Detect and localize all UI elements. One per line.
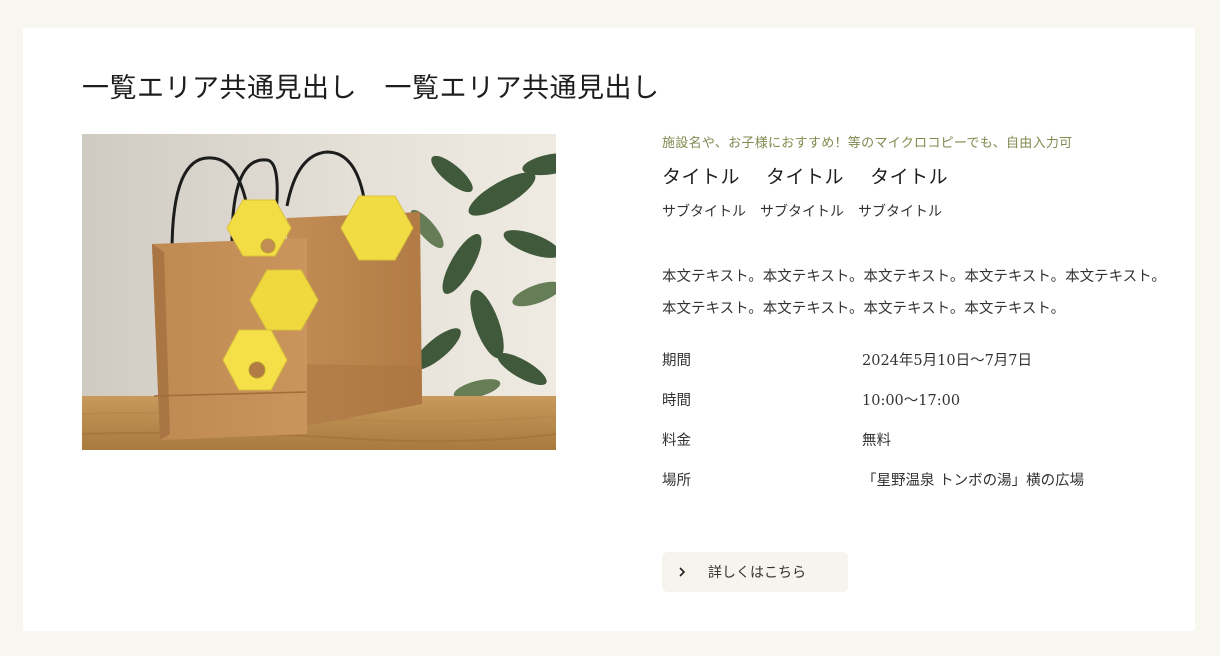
item-body: 本文テキスト。本文テキスト。本文テキスト。本文テキスト。本文テキスト。 本文テキ… xyxy=(662,261,1166,325)
content-card: 一覧エリア共通見出し 一覧エリア共通見出し 施設名や、お子様におすすめ！等のマイ… xyxy=(23,28,1195,631)
detail-row-fee: 料金 無料 xyxy=(662,429,1162,469)
detail-value: 2024年5月10日〜7月7日 xyxy=(862,353,1033,369)
detail-row-place: 場所 「星野温泉 トンボの湯」横の広場 xyxy=(662,469,1162,509)
detail-row-period: 期間 2024年5月10日〜7月7日 xyxy=(662,349,1162,389)
micro-copy: 施設名や、お子様におすすめ！等のマイクロコピーでも、自由入力可 xyxy=(662,136,1073,151)
detail-value: 無料 xyxy=(862,433,891,449)
detail-label: 時間 xyxy=(662,393,691,409)
detail-label: 料金 xyxy=(662,433,691,449)
item-photo xyxy=(82,134,556,450)
detail-row-time: 時間 10:00〜17:00 xyxy=(662,389,1162,429)
item-title: タイトル タイトル タイトル xyxy=(662,166,949,188)
details-link-button[interactable]: 詳しくはこちら xyxy=(662,552,848,592)
detail-label: 期間 xyxy=(662,353,691,369)
detail-value: 10:00〜17:00 xyxy=(862,393,961,409)
detail-label: 場所 xyxy=(662,473,691,489)
detail-list: 期間 2024年5月10日〜7月7日 時間 10:00〜17:00 料金 無料 … xyxy=(662,349,1162,509)
section-heading: 一覧エリア共通見出し 一覧エリア共通見出し xyxy=(82,73,660,104)
body-line: 本文テキスト。本文テキスト。本文テキスト。本文テキスト。本文テキスト。 xyxy=(662,269,1166,285)
chevron-right-icon xyxy=(676,566,688,578)
details-link-label: 詳しくはこちら xyxy=(708,565,806,581)
item-subtitle: サブタイトル サブタイトル サブタイトル xyxy=(662,204,942,220)
item-info: 施設名や、お子様におすすめ！等のマイクロコピーでも、自由入力可 タイトル タイト… xyxy=(662,132,1166,509)
detail-value: 「星野温泉 トンボの湯」横の広場 xyxy=(862,473,1085,489)
body-line: 本文テキスト。本文テキスト。本文テキスト。本文テキスト。 xyxy=(662,301,1066,317)
